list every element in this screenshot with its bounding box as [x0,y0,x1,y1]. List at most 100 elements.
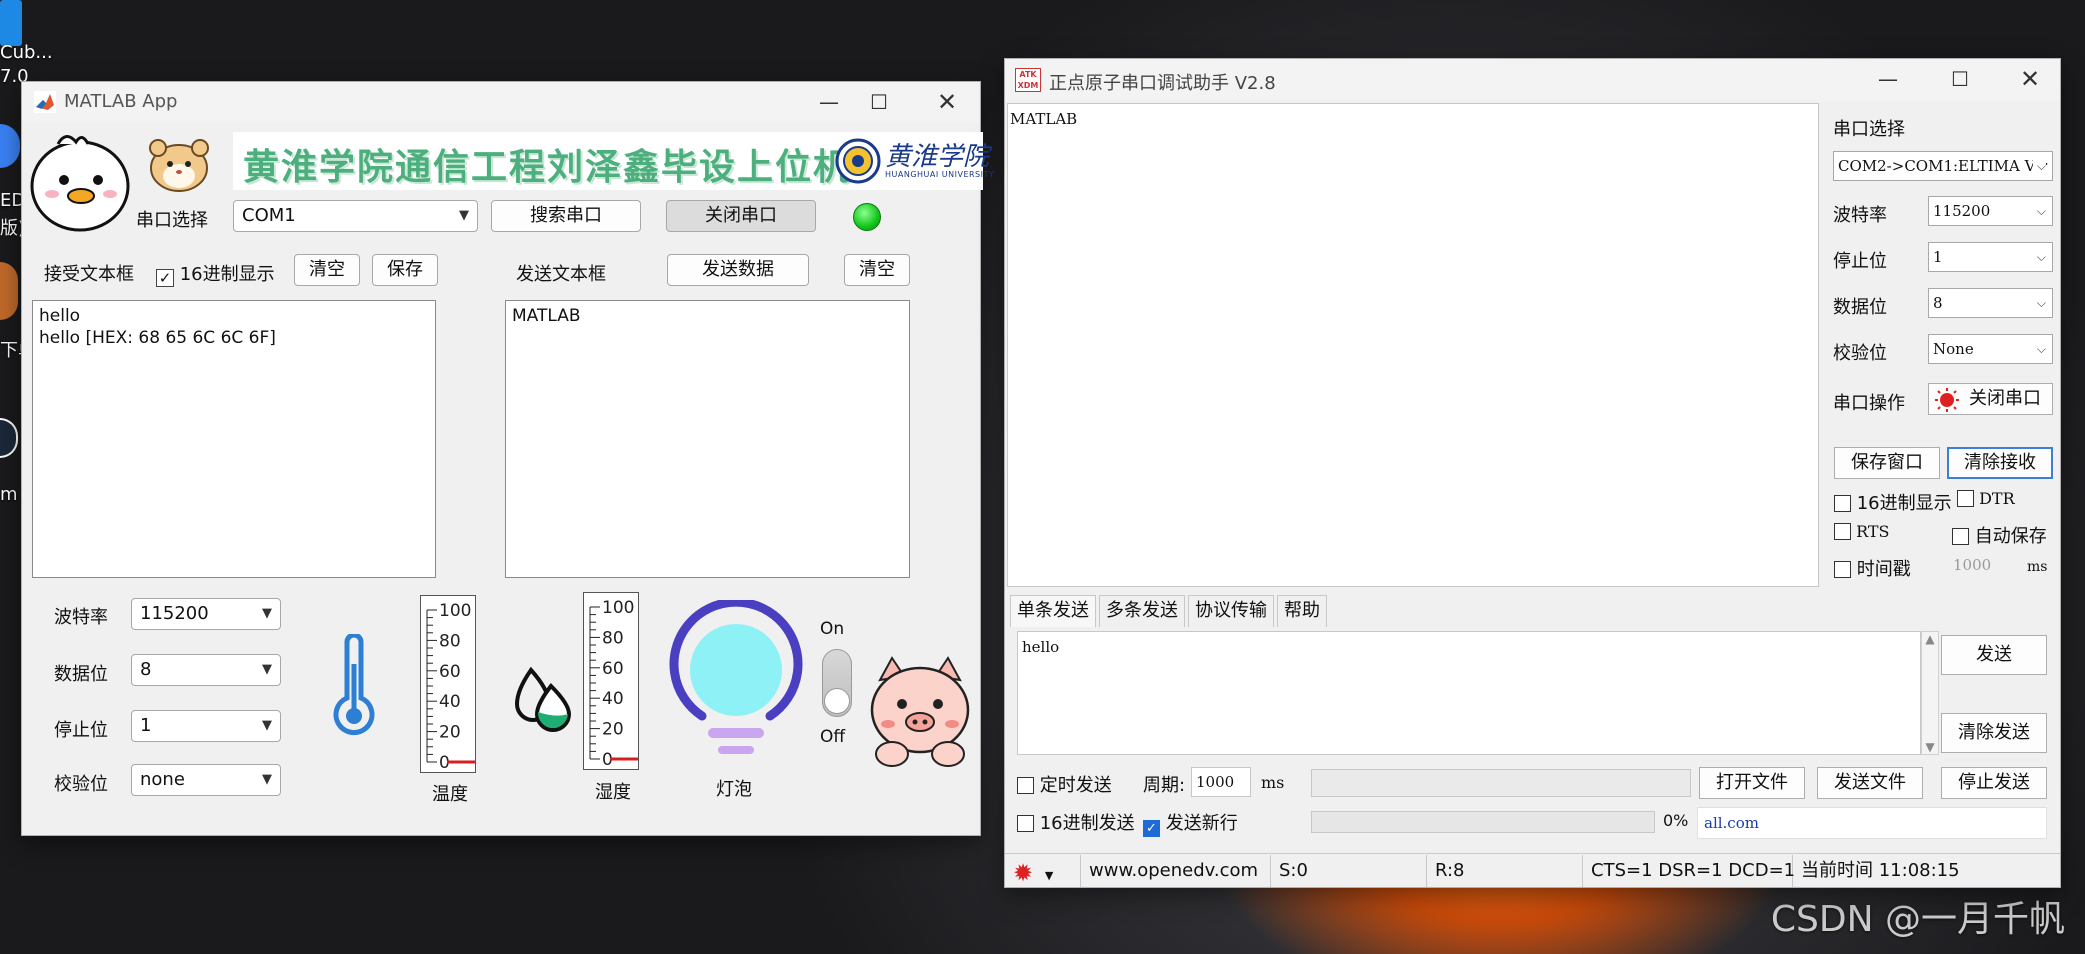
parity-dropdown[interactable]: None ⌵ [1928,334,2053,364]
baud-rate-label: 波特率 [1833,205,1887,226]
maximize-button[interactable]: ☐ [1937,63,1983,95]
period-label: 周期: [1143,775,1186,796]
clear-send-button[interactable]: 清除发送 [1941,713,2047,753]
serial-receive-area[interactable]: MATLAB [1007,103,1819,587]
checkbox-icon [1834,523,1851,540]
desktop-cloud-icon[interactable] [0,124,20,168]
parity-dropdown[interactable]: none ▼ [131,764,281,796]
serial-titlebar[interactable]: ATK XDM 正点原子串口调试助手 V2.8 — ☐ ✕ [1005,59,2060,101]
search-port-button[interactable]: 搜索串口 [491,200,641,232]
matlab-titlebar[interactable]: MATLAB App — ☐ ✕ [22,82,980,122]
save-window-button[interactable]: 保存窗口 [1834,447,1940,479]
port-dropdown[interactable]: COM1 ▼ [233,200,478,232]
baud-rate-dropdown[interactable]: 115200 ⌵ [1928,196,2053,226]
send-button[interactable]: 发送 [1941,635,2047,675]
chevron-down-icon: ⌵ [2032,152,2046,180]
send-scrollbar[interactable]: ▲ ▼ [1921,631,1939,755]
tab-multi-send[interactable]: 多条发送 [1099,595,1185,627]
close-window-button[interactable]: ✕ [2007,63,2053,95]
serial-window-title: 正点原子串口调试助手 V2.8 [1049,73,1276,94]
tab-help[interactable]: 帮助 [1277,595,1327,627]
serial-port-dropdown[interactable]: COM2->COM1:ELTIMA Vir ⌵ [1833,151,2053,181]
close-window-button[interactable]: ✕ [924,86,970,118]
chevron-down-icon: ▼ [262,718,272,733]
temperature-gauge: 100 80 60 40 20 0 [420,595,476,773]
scroll-down-arrow-icon[interactable]: ▼ [1922,740,1938,754]
baud-rate-label: 波特率 [54,607,108,628]
minimize-button[interactable]: — [806,86,852,118]
timestamp-unit: ms [2027,559,2048,575]
period-input[interactable]: 1000 [1191,767,1251,797]
dtr-label: DTR [1979,489,2015,508]
maximize-button[interactable]: ☐ [856,86,902,118]
minimize-button[interactable]: — [1865,63,1911,95]
tab-single-send[interactable]: 单条发送 [1010,595,1096,627]
clear-receive-button[interactable]: 清空 [294,254,360,286]
dtr-checkbox[interactable]: DTR [1957,489,2015,508]
tab-protocol[interactable]: 协议传输 [1188,595,1274,627]
chevron-down-icon: ⌵ [2032,289,2046,317]
send-file-button[interactable]: 发送文件 [1817,767,1923,799]
humidity-gauge-scale: 100806040200 [589,598,638,770]
open-file-button[interactable]: 打开文件 [1699,767,1805,799]
checkmark-icon: ✓ [1143,820,1160,837]
hex-display-checkbox[interactable]: 16进制显示 [1834,489,1952,515]
period-unit: ms [1261,773,1285,792]
command-input[interactable]: all.com [1697,807,2047,839]
send-newline-checkbox[interactable]: ✓ 发送新行 [1143,809,1238,837]
baud-rate-dropdown[interactable]: 115200 ▼ [131,598,281,630]
rts-checkbox[interactable]: RTS [1834,522,1890,541]
parity-value: none [140,769,185,790]
save-button[interactable]: 保存 [372,254,438,286]
data-bits-label: 数据位 [1833,297,1887,318]
checkbox-icon [1834,561,1851,578]
hex-display-checkbox[interactable]: ✓ 16进制显示 [156,260,275,287]
timestamp-interval-input[interactable]: 1000 [1949,551,2013,579]
timestamp-checkbox[interactable]: 时间戳 [1834,555,1911,581]
timed-send-checkbox[interactable]: 定时发送 [1017,771,1112,797]
hex-display-label: 16进制显示 [179,264,275,285]
switch-off-label: Off [820,727,846,747]
timestamp-label: 时间戳 [1856,559,1911,580]
send-data-button[interactable]: 发送数据 [667,254,809,286]
chevron-down-icon: ⌵ [2032,243,2046,271]
settings-gear-menu[interactable]: ✹ ▼ [1005,855,1081,887]
serial-send-textarea[interactable]: hello [1017,631,1921,755]
autosave-checkbox[interactable]: 自动保存 [1952,522,2047,548]
stop-bits-dropdown[interactable]: 1 ⌵ [1928,242,2053,272]
clear-receive-button[interactable]: 清除接收 [1947,447,2053,479]
receive-box-label: 接受文本框 [44,264,134,285]
send-newline-label: 发送新行 [1165,813,1238,834]
checkmark-icon: ✓ [156,269,174,287]
stop-bits-dropdown[interactable]: 1 ▼ [131,710,281,742]
desktop-mascot-icon[interactable] [0,262,18,320]
close-serial-port-button[interactable]: 关闭串口 [1928,383,2053,415]
clear-send-button[interactable]: 清空 [844,254,910,286]
stop-send-button[interactable]: 停止发送 [1941,767,2047,799]
file-path-field[interactable] [1311,769,1691,797]
parity-label: 校验位 [54,774,108,795]
lamp-bulb-icon[interactable] [666,600,806,770]
humidity-gauge-tick-label: 20 [602,720,624,740]
lamp-toggle-switch[interactable] [822,649,852,717]
close-port-button[interactable]: 关闭串口 [666,200,816,232]
scroll-up-arrow-icon[interactable]: ▲ [1922,632,1938,646]
status-website-link[interactable]: www.openedv.com [1081,855,1271,887]
chevron-down-icon: ⌵ [2032,197,2046,225]
checkbox-icon [1957,490,1974,507]
thermometer-icon [333,634,375,736]
send-textarea[interactable]: MATLAB [505,300,910,578]
baud-rate-value: 115200 [140,603,209,624]
desktop-steam-icon[interactable] [0,418,18,458]
desktop-app-icon[interactable] [0,0,22,46]
serial-port-value: COM2->COM1:ELTIMA Vir [1838,157,2048,175]
data-bits-dropdown[interactable]: 8 ▼ [131,654,281,686]
chevron-down-icon: ▼ [262,606,272,621]
receive-textarea[interactable]: hello hello [HEX: 68 65 6C 6C 6F] [32,300,436,578]
hex-send-checkbox[interactable]: 16进制发送 [1017,809,1135,835]
data-bits-dropdown[interactable]: 8 ⌵ [1928,288,2053,318]
hex-display-label: 16进制显示 [1856,493,1952,514]
data-bits-value: 8 [1933,294,1943,312]
parity-value: None [1933,340,1974,358]
connection-status-led [853,203,881,231]
